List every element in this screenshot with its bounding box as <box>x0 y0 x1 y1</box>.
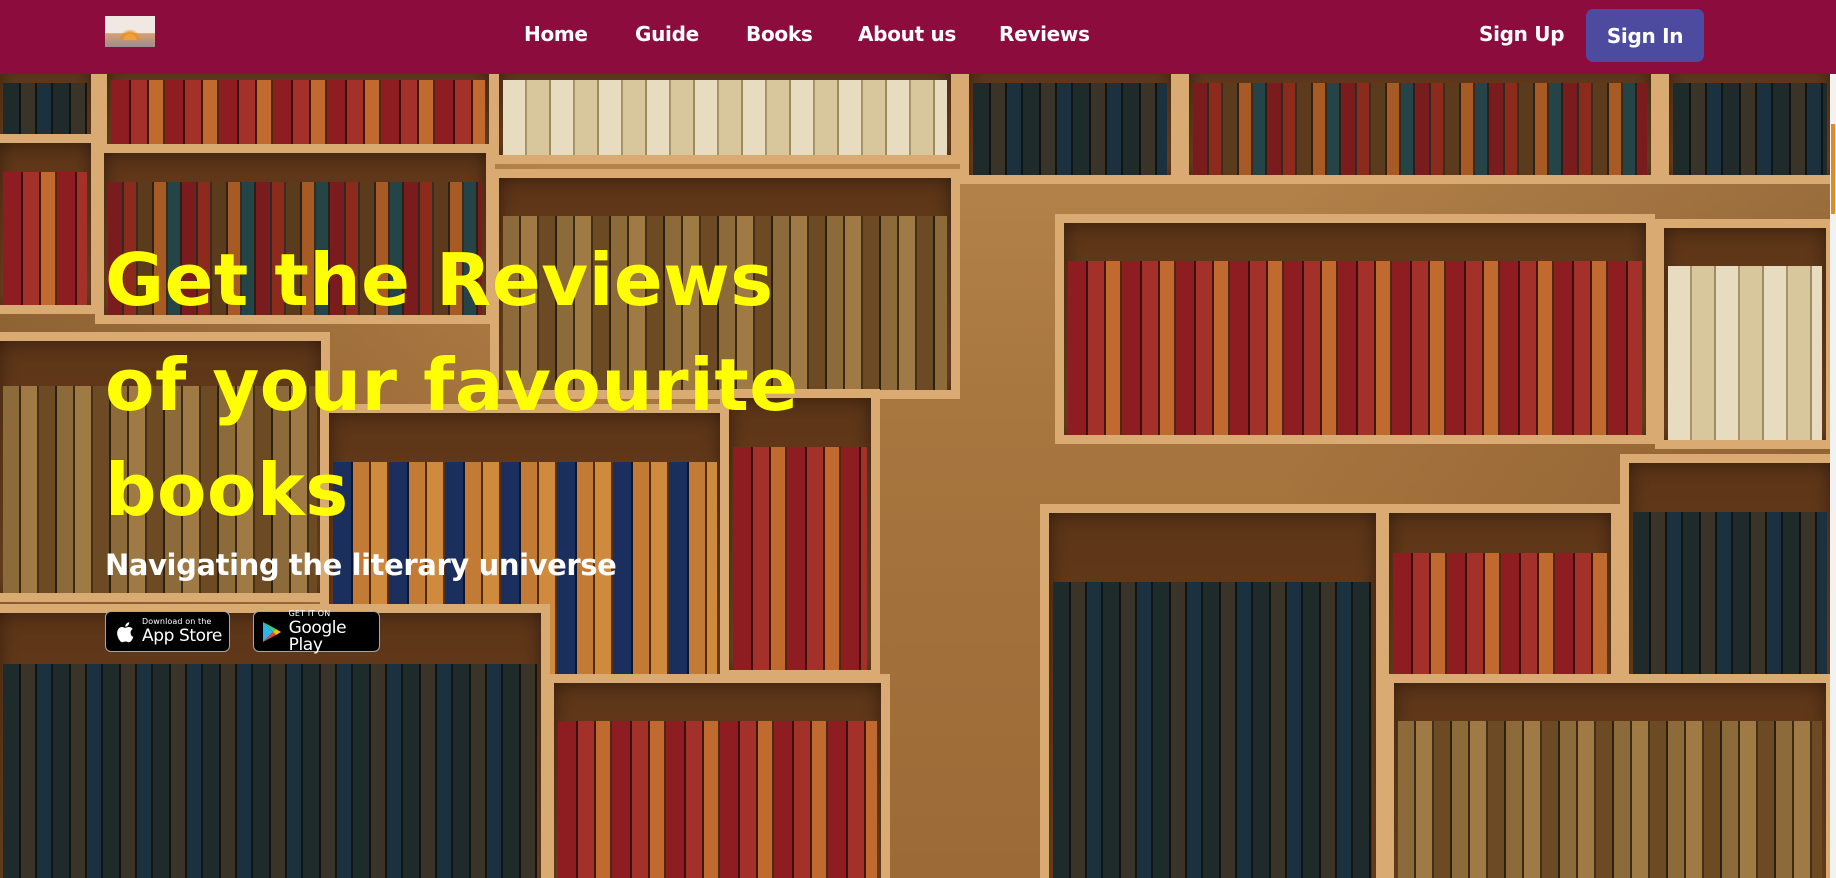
shelf-box <box>545 674 890 878</box>
shelf-box <box>0 134 100 314</box>
google-play-big-text: Google Play <box>288 617 347 655</box>
apple-icon <box>114 620 136 644</box>
top-navbar: Home Guide Books About us Reviews Sign U… <box>0 0 1836 74</box>
book-row <box>1193 83 1647 175</box>
book-row <box>558 721 877 878</box>
book-row <box>3 172 87 305</box>
sunrise-icon <box>120 26 140 40</box>
google-play-small-text: GET IT ON <box>288 608 331 618</box>
shelf-box <box>1655 219 1830 449</box>
book-row <box>1398 721 1822 878</box>
headline-line: of your favourite <box>105 343 799 427</box>
shelf-box <box>1660 74 1830 184</box>
app-store-small-text: Download on the <box>142 617 212 626</box>
shelf-box <box>490 74 960 164</box>
book-row <box>1668 266 1822 440</box>
book-row <box>1053 581 1372 878</box>
hero-headline: Get the Reviews of your favourite books <box>105 228 799 543</box>
headline-line: Get the Reviews <box>105 238 774 322</box>
shelf-box <box>1385 674 1830 878</box>
shelf-box <box>1180 74 1660 184</box>
page-scrollbar[interactable] <box>1830 74 1836 878</box>
hero-tagline: Navigating the literary universe <box>105 548 617 582</box>
book-row <box>503 79 947 155</box>
nav-link-books[interactable]: Books <box>746 22 813 46</box>
sign-in-button[interactable]: Sign In <box>1586 9 1704 62</box>
sign-up-link[interactable]: Sign Up <box>1479 22 1565 46</box>
book-row <box>1673 83 1827 175</box>
site-logo[interactable] <box>105 16 155 47</box>
google-play-badge[interactable]: GET IT ON Google Play <box>253 608 380 655</box>
nav-link-guide[interactable]: Guide <box>635 22 699 46</box>
nav-link-home[interactable]: Home <box>524 22 588 46</box>
app-store-badge[interactable]: Download on the App Store <box>105 611 230 652</box>
shelf-box <box>1055 214 1655 444</box>
google-play-icon <box>262 620 283 644</box>
nav-link-about-us[interactable]: About us <box>858 22 956 46</box>
nav-link-reviews[interactable]: Reviews <box>999 22 1090 46</box>
book-row <box>973 83 1167 175</box>
book-row <box>3 663 537 878</box>
headline-line: books <box>105 448 349 532</box>
book-row <box>1068 261 1642 435</box>
app-store-big-text: App Store <box>142 626 222 646</box>
shelf-box <box>960 74 1180 184</box>
shelf-box <box>1040 504 1385 878</box>
